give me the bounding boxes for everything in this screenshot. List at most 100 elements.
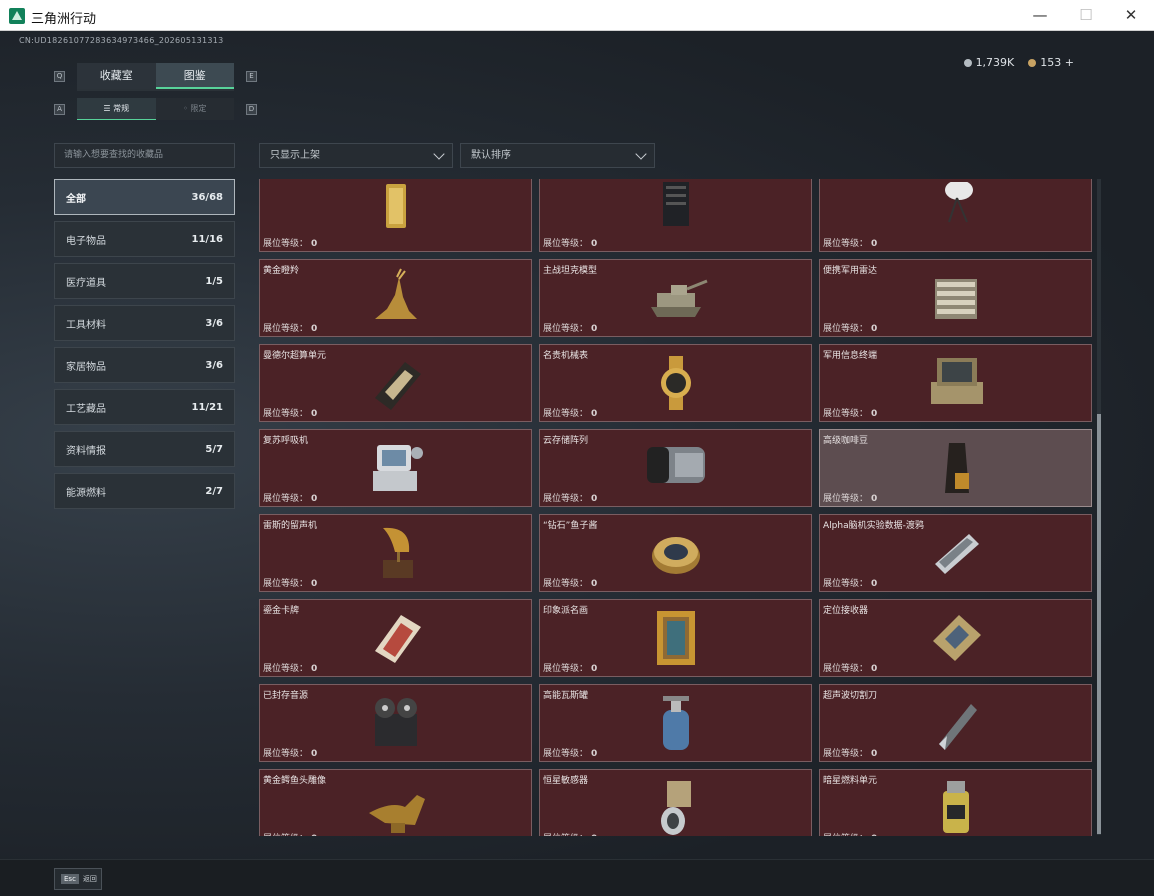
luxury-watch-icon [660,356,691,410]
chevron-down-icon [635,148,647,160]
card-level-label: 展位等级： [263,324,309,334]
key-hint-a: A [54,104,65,115]
card-name: 曼德尔超算单元 [263,351,327,361]
card-level-label: 展位等级： [823,239,869,249]
category-item[interactable]: 资料情报 5/7 [54,431,235,467]
collection-card[interactable]: 曼德尔超算单元 展位等级： 0 [259,344,532,422]
minimize-button[interactable]: — [1017,0,1063,31]
category-item[interactable]: 工艺藏品 11/21 [54,389,235,425]
collection-card[interactable]: 云存储阵列 展位等级： 0 [539,429,812,507]
card-level-label: 展位等级： [823,834,868,836]
card-name: 高级咖啡豆 [823,436,869,446]
tab-limited[interactable]: ◦ 限定 [155,98,234,120]
card-name: 超声波切割刀 [823,691,878,701]
main-tabs: 收藏室 图鉴 [77,63,234,91]
collection-card[interactable]: 已封存音源展位等级： 0 [259,684,532,762]
gold-currency[interactable]: 153 + [1028,56,1074,69]
gold-coin-icon [1028,59,1037,67]
category-item[interactable]: 全部 36/68 [54,179,235,215]
collection-card[interactable]: 印象派名画 展位等级： 0 [539,599,812,677]
card-level-value: 0 [311,579,318,589]
satellite-dish-icon [944,182,973,223]
collection-card[interactable]: 鎏金卡牌 展位等级： 0 [259,599,532,677]
card-level: 展位等级：0 [543,236,597,249]
card-level-value: 0 [871,579,878,589]
card-level: 展位等级：0 [263,661,317,674]
card-level: 展位等级：0 [263,236,317,249]
card-level: 展位等级：0 [543,661,597,674]
collection-card[interactable]: Alpha脑机实验数据-渡鸦 展位等级： 0 [819,514,1092,592]
card-level: 展位等级：0 [263,746,317,759]
collection-card[interactable]: 高能瓦斯罐 展位等级： 0 [539,684,812,762]
card-level-value: 0 [591,324,598,334]
card-level-label: 展位等级： [543,324,589,334]
category-count: 2/7 [205,485,223,497]
card-name: 黄金鳄鱼头雕像 [263,776,327,786]
category-count: 5/7 [205,443,223,455]
tank-model-icon [650,279,708,317]
card-level: 展位等级：0 [263,321,317,334]
tab-collection-room[interactable]: 收藏室 [77,63,156,89]
crocodile-statue-icon [368,795,425,833]
card-level-value: 0 [871,834,877,836]
back-button[interactable]: Esc 返回 [54,868,102,890]
category-count: 36/68 [191,191,223,203]
card-level-label: 展位等级： [263,664,309,674]
collection-card[interactable]: 定位接收器 展位等级： 0 [819,599,1092,677]
collection-grid-viewport: 展位等级： 0 展位等级： 0 展位等级： 0 黄金瞪羚 展位等级： 0 主战坦克模型 展位等级： 0… [259,179,1093,836]
collection-card[interactable]: 雷斯的留声机 展位等级： 0 [259,514,532,592]
search-input[interactable]: 请输入想要查找的收藏品 [54,143,235,168]
category-item[interactable]: 电子物品 11/16 [54,221,235,257]
card-level-value: 0 [311,324,318,334]
framed-painting-icon [656,611,695,665]
card-level-value: 0 [871,494,878,504]
star-sensor-icon [660,781,691,835]
card-name: 复苏呼吸机 [263,436,309,446]
close-button[interactable]: ✕ [1108,0,1154,31]
tab-regular-label: 常规 [113,104,130,113]
card-name: 已封存音源 [263,691,309,701]
collection-card[interactable]: 展位等级： 0 [819,179,1092,252]
collection-card[interactable]: 暗星燃料单元展位等级：0 [819,769,1092,836]
sort-select[interactable]: 默认排序 [460,143,655,168]
collection-card[interactable]: 名贵机械表 展位等级： 0 [539,344,812,422]
card-name: 暗星燃料单元 [823,776,878,786]
card-name: 高能瓦斯罐 [543,691,589,701]
collection-grid: 展位等级： 0 展位等级： 0 展位等级： 0 黄金瞪羚 展位等级： 0 主战坦克模型 展位等级： 0… [259,179,1093,836]
tab-regular[interactable]: ☰ 常规 [77,98,156,120]
collection-card[interactable]: 军用信息终端 展位等级： 0 [819,344,1092,422]
card-level: 展位等级：0 [823,576,877,589]
grid-scrollbar-thumb[interactable] [1097,414,1101,834]
category-item[interactable]: 医疗道具 1/5 [54,263,235,299]
gold-bar-icon [385,184,406,228]
maximize-button[interactable]: ☐ [1063,0,1109,31]
collection-card[interactable]: 复苏呼吸机 展位等级： 0 [259,429,532,507]
card-level-value: 0 [591,239,598,249]
collection-card[interactable]: 黄金瞪羚展位等级： 0 [259,259,532,337]
category-item[interactable]: 工具材料 3/6 [54,305,235,341]
category-list: 全部 36/68 电子物品 11/16 医疗道具 1/5 工具材料 3/6 家居物品 3/6 工艺藏… [54,179,235,515]
window-titlebar: 三角洲行动 — ☐ ✕ [0,0,1154,31]
collection-card[interactable]: 高级咖啡豆 展位等级： 0 [819,429,1092,507]
card-level-value: 0 [591,409,598,419]
collection-card[interactable]: 恒星敏感器展位等级：0 [539,769,812,836]
collection-card[interactable]: “钻石”鱼子酱 展位等级： 0 [539,514,812,592]
shelf-filter-select[interactable]: 只显示上架 [259,143,453,168]
category-item[interactable]: 家居物品 3/6 [54,347,235,383]
category-item[interactable]: 能源燃料 2/7 [54,473,235,509]
app-logo-icon [9,8,25,24]
collection-card[interactable]: 展位等级： 0 [539,179,812,252]
data-capsule-icon [934,534,979,574]
shelf-filter-value: 只显示上架 [270,150,320,161]
tab-catalog[interactable]: 图鉴 [155,63,234,89]
collection-card[interactable]: 主战坦克模型 展位等级： 0 [539,259,812,337]
collection-card[interactable]: 超声波切割刀 展位等级： 0 [819,684,1092,762]
collection-card[interactable]: 展位等级： 0 [259,179,532,252]
add-currency-icon[interactable]: + [1065,56,1074,69]
card-name: 黄金瞪羚 [263,266,300,276]
collection-card[interactable]: 黄金鳄鱼头雕像展位等级：0 [259,769,532,836]
category-name: 医疗道具 [66,277,106,289]
card-level-value: 0 [591,579,598,589]
card-level: 展位等级：0 [823,321,877,334]
collection-card[interactable]: 便携军用雷达 展位等级： 0 [819,259,1092,337]
